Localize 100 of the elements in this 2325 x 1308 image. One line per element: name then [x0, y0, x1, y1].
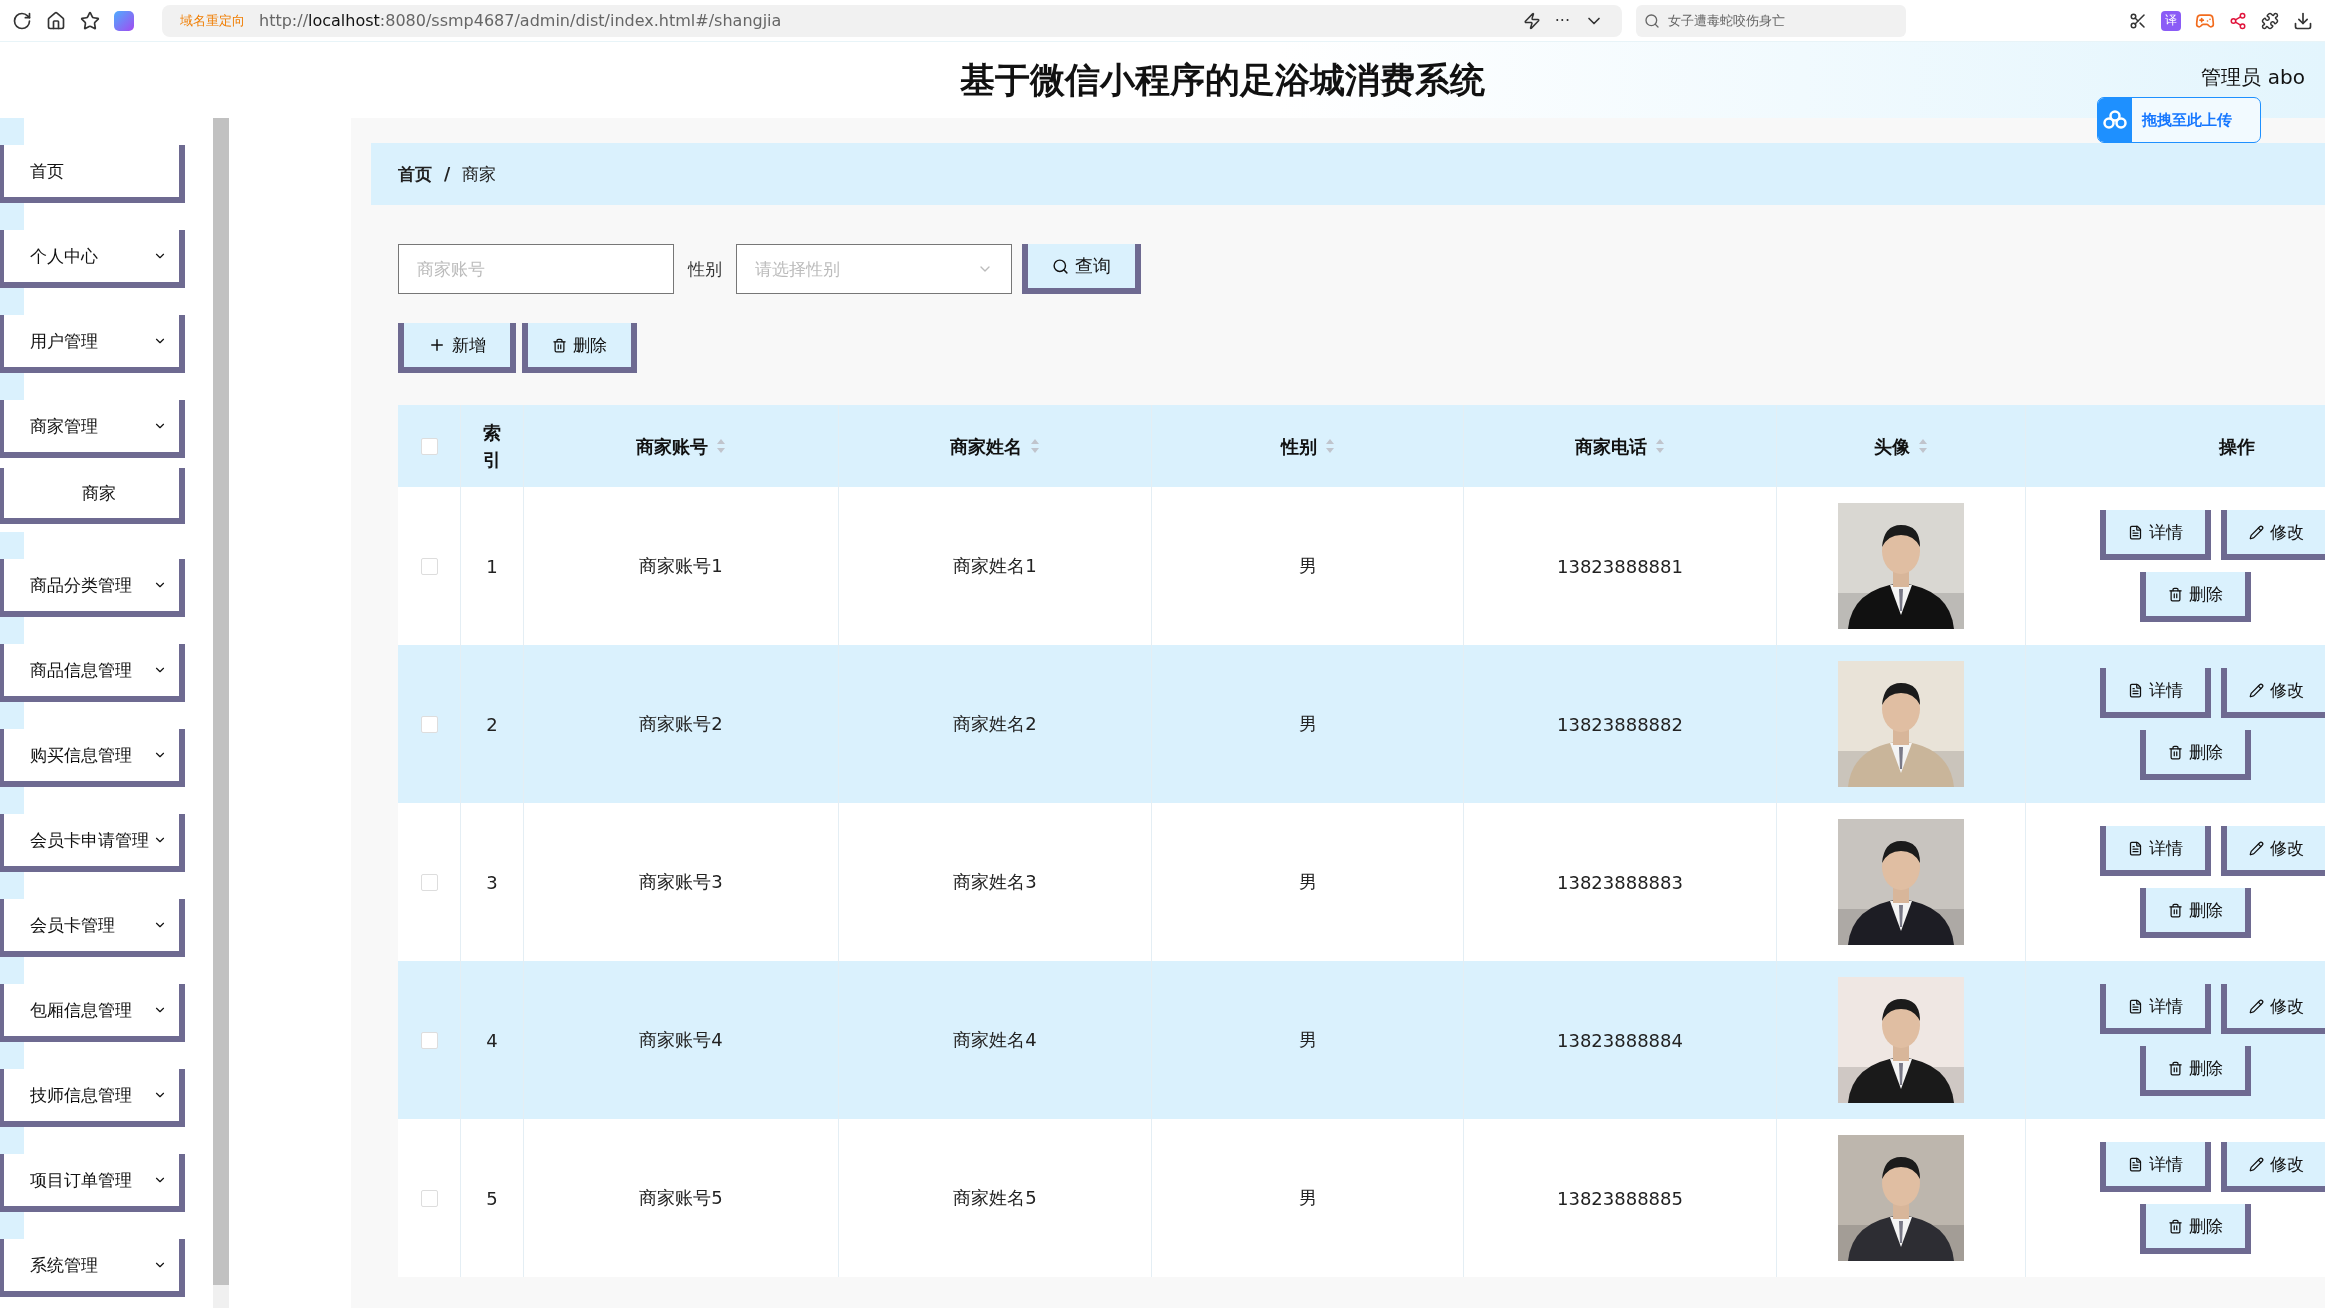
- trash-icon: [552, 337, 567, 353]
- sidebar-item[interactable]: 商家管理: [0, 400, 185, 458]
- table-cell: 13823888883: [1557, 871, 1683, 893]
- add-button[interactable]: 新增: [398, 323, 516, 373]
- table-cell: 男: [1298, 554, 1317, 578]
- trash-icon: [2168, 1218, 2183, 1234]
- delete-button[interactable]: 删除: [522, 323, 637, 373]
- menu-accent: [0, 1212, 24, 1239]
- edit-button[interactable]: 修改: [2221, 668, 2325, 718]
- edit-button[interactable]: 修改: [2221, 510, 2325, 560]
- delete-button[interactable]: 删除: [2140, 572, 2251, 622]
- table-cell: 商家账号3: [639, 870, 723, 894]
- detail-button[interactable]: 详情: [2100, 668, 2211, 718]
- detail-button[interactable]: 详情: [2100, 510, 2211, 560]
- puzzle-icon[interactable]: [2261, 11, 2279, 30]
- column-header: 商家姓名: [950, 434, 1022, 459]
- pencil-icon: [2249, 1156, 2264, 1172]
- menu-accent: [0, 872, 24, 899]
- search-icon: [1644, 12, 1660, 29]
- table-cell: 13823888881: [1557, 555, 1683, 577]
- trash-icon: [2168, 744, 2183, 760]
- document-icon: [2128, 1156, 2143, 1172]
- scissors-icon[interactable]: [2129, 11, 2147, 30]
- sidebar-item[interactable]: 会员卡申请管理: [0, 814, 185, 872]
- trash-icon: [2168, 902, 2183, 918]
- edit-button[interactable]: 修改: [2221, 984, 2325, 1034]
- sort-icon[interactable]: [1030, 438, 1040, 454]
- redirect-label: 域名重定向: [180, 11, 245, 30]
- download-icon[interactable]: [2293, 10, 2313, 31]
- table-cell: 3: [486, 871, 498, 893]
- sort-icon[interactable]: [1324, 438, 1335, 454]
- sidebar-item[interactable]: 商品分类管理: [0, 559, 185, 617]
- delete-button[interactable]: 删除: [2140, 730, 2251, 780]
- query-button[interactable]: 查询: [1022, 244, 1141, 294]
- detail-button[interactable]: 详情: [2100, 1142, 2211, 1192]
- edit-button[interactable]: 修改: [2221, 1142, 2325, 1192]
- sort-icon[interactable]: [1918, 438, 1928, 454]
- menu-accent: [0, 617, 24, 644]
- sort-icon[interactable]: [716, 438, 726, 454]
- pencil-icon: [2249, 524, 2264, 540]
- reload-icon[interactable]: [12, 10, 32, 31]
- nodes-icon[interactable]: [2229, 11, 2247, 30]
- breadcrumb-link[interactable]: 首页: [398, 162, 432, 186]
- more-menu[interactable]: ···: [1554, 11, 1570, 30]
- row-checkbox[interactable]: [420, 715, 438, 733]
- sidebar-item[interactable]: 个人中心: [0, 230, 185, 288]
- select-all-checkbox[interactable]: [420, 437, 438, 455]
- sidebar-item[interactable]: 包厢信息管理: [0, 984, 185, 1042]
- column-header: 索引: [482, 421, 502, 472]
- upload-button[interactable]: 拖拽至此上传: [2097, 97, 2261, 143]
- detail-button[interactable]: 详情: [2100, 984, 2211, 1034]
- home-icon[interactable]: [46, 10, 66, 31]
- delete-button[interactable]: 删除: [2140, 888, 2251, 938]
- column-header: 操作: [2219, 434, 2255, 459]
- sort-icon[interactable]: [1655, 438, 1665, 454]
- sidebar-item[interactable]: 商家: [0, 468, 185, 524]
- column-header: 性别: [1280, 434, 1317, 459]
- table-cell: 男: [1298, 712, 1317, 736]
- browser-search-field[interactable]: 女子遭毒蛇咬伤身亡: [1636, 4, 1906, 37]
- menu-accent: [0, 1127, 24, 1154]
- breadcrumb-separator: /: [444, 164, 451, 184]
- sidebar-item[interactable]: 项目订单管理: [0, 1154, 185, 1212]
- document-icon: [2128, 524, 2143, 540]
- sidebar-item[interactable]: 技师信息管理: [0, 1069, 185, 1127]
- table-cell: 男: [1298, 1028, 1317, 1052]
- row-checkbox[interactable]: [420, 557, 438, 575]
- table-cell: 商家姓名3: [953, 870, 1037, 894]
- table-cell: 商家账号4: [639, 1028, 723, 1052]
- address-bar[interactable]: 域名重定向 http://localhost:8080/ssmp4687/admin/dist/index.html#/shangjia ···: [162, 4, 1622, 37]
- sidebar-item[interactable]: 会员卡管理: [0, 899, 185, 957]
- sidebar-item[interactable]: 系统管理: [0, 1239, 185, 1297]
- translate-icon[interactable]: 译: [2161, 10, 2181, 31]
- sidebar-item[interactable]: 首页: [0, 145, 185, 203]
- pencil-icon: [2249, 840, 2264, 856]
- delete-button[interactable]: 删除: [2140, 1204, 2251, 1254]
- row-checkbox[interactable]: [420, 1189, 438, 1207]
- table-cell: 商家姓名2: [953, 712, 1037, 736]
- sidebar-item[interactable]: 购买信息管理: [0, 729, 185, 787]
- detail-button[interactable]: 详情: [2100, 826, 2211, 876]
- user-name: 管理员 abo: [2201, 64, 2305, 91]
- star-icon[interactable]: [80, 10, 100, 31]
- lightning-icon[interactable]: [1522, 11, 1541, 30]
- table-cell: 商家账号2: [639, 712, 723, 736]
- gender-label: 性别: [688, 257, 722, 281]
- account-input-field[interactable]: 商家账号: [398, 244, 674, 294]
- delete-button[interactable]: 删除: [2140, 1046, 2251, 1096]
- app-logo-icon[interactable]: [114, 10, 134, 31]
- breadcrumb-link[interactable]: 商家: [462, 162, 497, 186]
- table-cell: 13823888884: [1557, 1029, 1683, 1051]
- edit-button[interactable]: 修改: [2221, 826, 2325, 876]
- sidebar-item[interactable]: 用户管理: [0, 315, 185, 373]
- table-cell: 13823888885: [1557, 1187, 1683, 1209]
- sidebar-item[interactable]: 商品信息管理: [0, 644, 185, 702]
- trash-icon: [2168, 1060, 2183, 1076]
- row-checkbox[interactable]: [420, 1031, 438, 1049]
- column-header: 商家电话: [1575, 434, 1647, 459]
- scrollbar-thumb[interactable]: [213, 118, 229, 1285]
- menu-accent: [0, 957, 24, 984]
- row-checkbox[interactable]: [420, 873, 438, 891]
- url-text: http://localhost:8080/ssmp4687/admin/dist/index.html#/shangjia: [259, 11, 783, 30]
